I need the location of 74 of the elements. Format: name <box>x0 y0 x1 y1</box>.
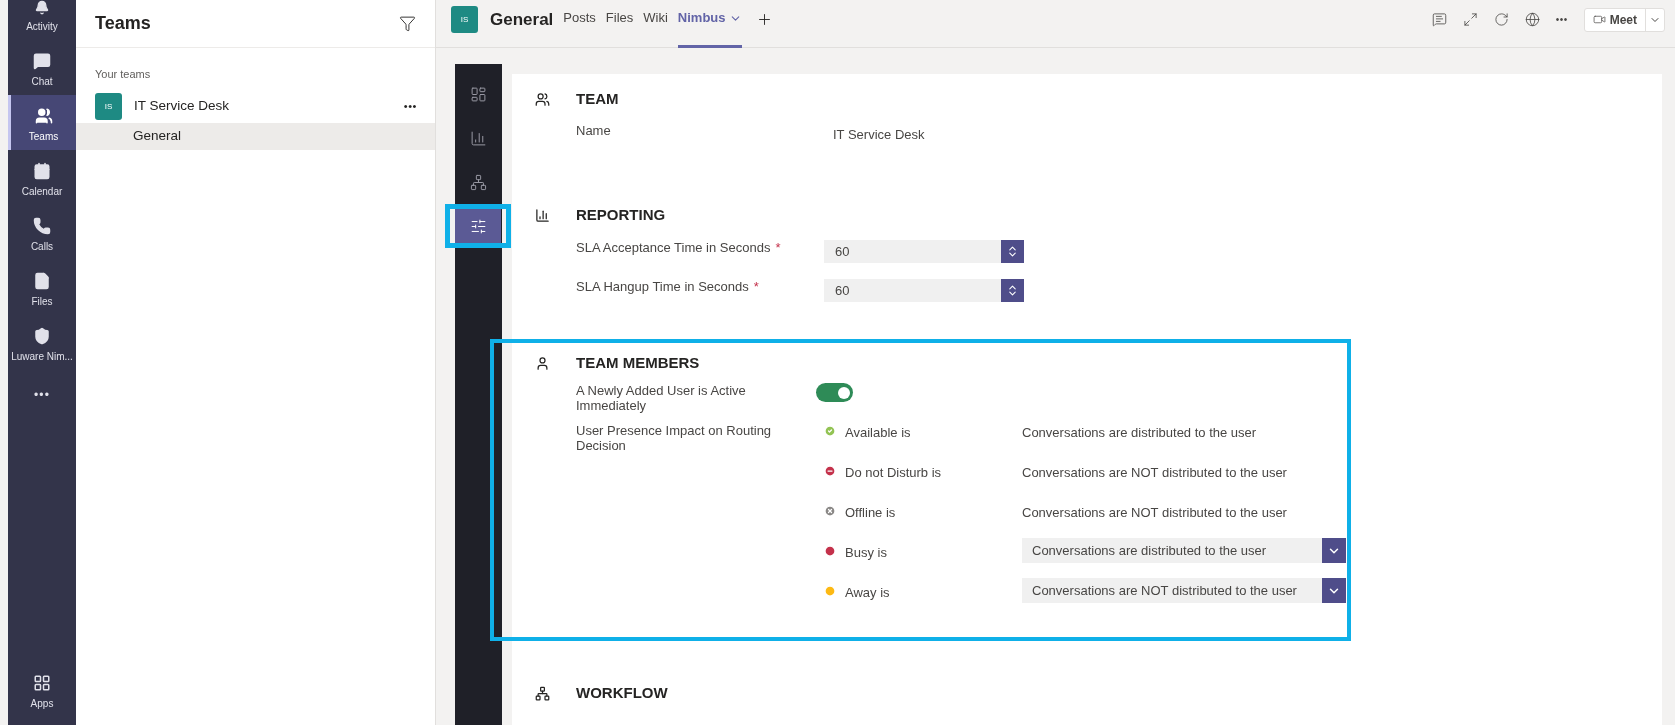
channel-item[interactable]: General <box>76 122 435 150</box>
routing-value: Conversations are NOT distributed to the user <box>1022 464 1287 482</box>
status-label: Offline is <box>845 504 897 522</box>
toggle-switch[interactable] <box>816 383 853 402</box>
rail-item[interactable]: Teams <box>8 95 76 150</box>
number-field[interactable]: 60 <box>824 279 1024 302</box>
shield-icon <box>33 327 51 345</box>
routing-value: Conversations are distributed to the user <box>1022 424 1257 442</box>
dropdown[interactable]: Conversations are distributed to the user <box>1022 538 1346 563</box>
filter-icon[interactable] <box>399 15 416 32</box>
rail-item[interactable]: Luware Nim... <box>8 315 76 370</box>
conversation-icon[interactable] <box>1431 12 1447 27</box>
channel-tab[interactable]: Files <box>605 0 634 48</box>
rail-item[interactable]: Calls <box>8 205 76 260</box>
more-apps-button[interactable]: ••• <box>8 370 76 420</box>
hierarchy-icon <box>535 685 550 701</box>
status-label: Available is <box>845 424 912 442</box>
section-heading: REPORTING <box>576 204 666 225</box>
reload-icon[interactable] <box>1493 12 1509 27</box>
apps-icon <box>33 674 51 692</box>
file-icon <box>33 272 51 290</box>
section-label: Your teams <box>95 67 152 82</box>
panel-title: Teams <box>95 12 151 35</box>
bell-icon <box>33 0 51 15</box>
team-item[interactable]: IS IT Service Desk ••• <box>76 90 435 123</box>
chat-icon <box>33 52 51 70</box>
section-heading: TEAM MEMBERS <box>576 352 700 373</box>
team-avatar: IS <box>95 93 122 120</box>
more-options-button[interactable]: ••• <box>1555 12 1568 27</box>
channel-avatar: IS <box>451 6 478 33</box>
bar-chart-icon <box>535 207 550 223</box>
people-icon <box>34 107 53 125</box>
field-label: User Presence Impact on Routing Decision <box>576 423 773 453</box>
meet-button[interactable]: Meet <box>1583 7 1665 32</box>
section-heading: WORKFLOW <box>576 682 668 703</box>
bar-chart-icon <box>470 129 487 147</box>
more-options-button[interactable]: ••• <box>403 98 417 115</box>
nav-item[interactable] <box>455 209 501 243</box>
field-label: A Newly Added User is Active Immediately <box>576 383 747 415</box>
calendar-icon <box>33 162 51 180</box>
number-field[interactable]: 60 <box>824 240 1024 263</box>
rail-item[interactable]: Activity <box>8 0 76 40</box>
status-label: Busy is <box>845 544 888 562</box>
people-icon <box>535 91 550 107</box>
phone-icon <box>33 217 51 235</box>
rail-item[interactable]: Calendar <box>8 150 76 205</box>
field-label: SLA Hangup Time in Seconds <box>576 278 749 296</box>
hierarchy-icon <box>470 173 487 191</box>
status-label: Do not Disturb is <box>845 464 943 482</box>
team-name: IT Service Desk <box>134 97 231 116</box>
status-label: Away is <box>845 584 891 602</box>
video-icon <box>1592 13 1606 26</box>
sliders-icon <box>469 217 487 235</box>
required-mark: * <box>775 239 781 257</box>
channel-tab[interactable]: Posts <box>563 0 596 48</box>
stepper-icon <box>1006 284 1019 297</box>
channel-tab[interactable]: Nimbus <box>677 0 742 48</box>
stepper-icon <box>1006 245 1019 258</box>
required-mark: * <box>753 278 759 296</box>
channel-title: General <box>490 8 554 31</box>
routing-value: Conversations are NOT distributed to the user <box>1022 504 1287 522</box>
apps-button[interactable]: Apps <box>8 656 76 711</box>
field-value: IT Service Desk <box>833 126 925 144</box>
rail-item[interactable]: Files <box>8 260 76 315</box>
dropdown[interactable]: Conversations are NOT distributed to the user <box>1022 578 1346 603</box>
expand-icon[interactable] <box>1462 12 1478 27</box>
rail-item[interactable]: Chat <box>8 40 76 95</box>
channel-tab[interactable]: Wiki <box>643 0 668 48</box>
field-label: Name <box>576 122 612 140</box>
person-icon <box>535 355 550 371</box>
globe-icon[interactable] <box>1524 12 1540 27</box>
section-heading: TEAM <box>576 88 619 109</box>
dashboard-icon <box>470 85 487 103</box>
field-label: SLA Acceptance Time in Seconds <box>576 239 771 257</box>
